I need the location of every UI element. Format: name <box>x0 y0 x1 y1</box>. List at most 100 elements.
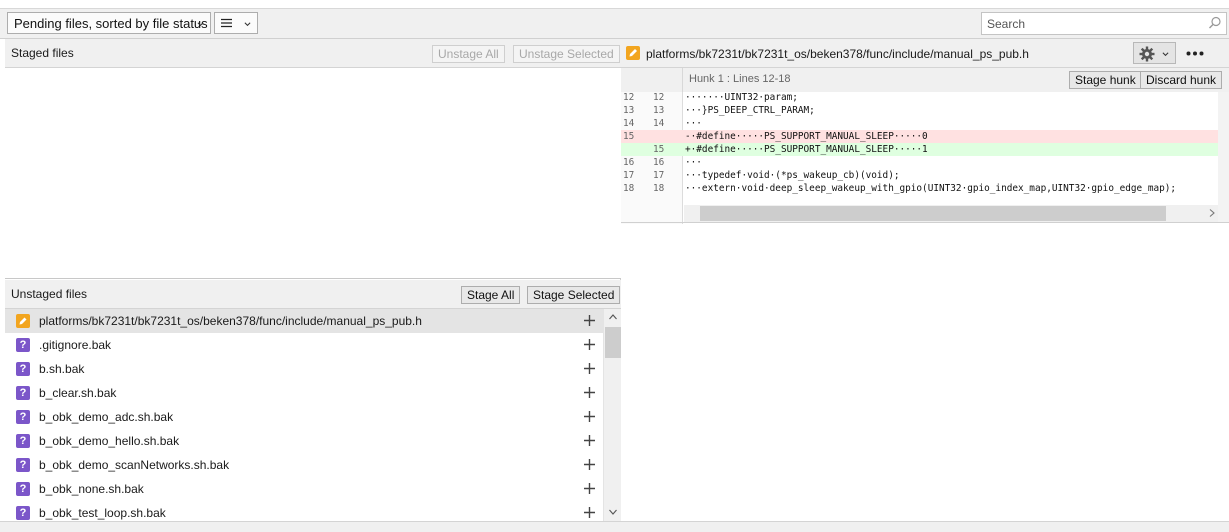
old-line-number: 14 <box>623 118 635 129</box>
search-input[interactable] <box>982 13 1202 34</box>
unstage-selected-button[interactable]: Unstage Selected <box>513 45 620 63</box>
stage-file-plus-icon[interactable] <box>584 459 595 470</box>
stage-file-plus-icon[interactable] <box>584 435 595 446</box>
scrollbar-thumb[interactable] <box>605 327 621 358</box>
diff-line-text: ···extern·void·deep_sleep_wakeup_with_gp… <box>685 183 1177 194</box>
file-row[interactable]: platforms/bk7231t/bk7231t_os/beken378/fu… <box>5 309 603 333</box>
file-row[interactable]: ? b_obk_test_loop.sh.bak <box>5 501 603 521</box>
toolbar: Pending files, sorted by file status <box>0 9 1229 39</box>
diff-header: platforms/bk7231t/bk7231t_os/beken378/fu… <box>621 39 1229 68</box>
unstaged-list-scrollbar[interactable] <box>603 309 621 521</box>
diff-options-button[interactable] <box>1133 42 1176 64</box>
search-box[interactable] <box>981 12 1227 35</box>
list-view-icon <box>221 18 232 28</box>
file-row[interactable]: ? b_clear.sh.bak <box>5 381 603 405</box>
diff-code-view[interactable]: 12 12 ·······UINT32·param; 13 13 ···}PS_DEEP_… <box>621 91 1229 224</box>
diff-line[interactable]: 18 18 ···extern·void·deep_sleep_wakeup_wit… <box>621 182 1218 195</box>
new-line-number: 15 <box>653 144 665 155</box>
stage-file-plus-icon[interactable] <box>584 411 595 422</box>
file-row[interactable]: ? .gitignore.bak <box>5 333 603 357</box>
unstaged-files-title: Unstaged files <box>11 287 88 301</box>
title-strip <box>0 0 1229 9</box>
file-row[interactable]: ? b_obk_demo_scanNetworks.sh.bak <box>5 453 603 477</box>
new-line-number: 16 <box>653 157 665 168</box>
question-icon: ? <box>16 362 30 376</box>
hunk-title: Hunk 1 : Lines 12-18 <box>689 73 791 85</box>
diff-line[interactable]: 17 17 ···typedef·void·(*ps_wakeup_cb)(void… <box>621 169 1218 182</box>
question-icon: ? <box>16 338 30 352</box>
pencil-icon <box>626 46 640 60</box>
diff-line-text: ··· <box>685 118 702 129</box>
more-options-button[interactable] <box>1183 42 1207 64</box>
stage-file-plus-icon[interactable] <box>584 315 595 326</box>
stage-all-button[interactable]: Stage All <box>461 286 521 304</box>
gear-icon <box>1139 46 1155 62</box>
diff-line-text: ···}PS_DEEP_CTRL_PARAM; <box>685 105 815 116</box>
scroll-up-icon[interactable] <box>609 314 617 320</box>
unstaged-files-list[interactable]: platforms/bk7231t/bk7231t_os/beken378/fu… <box>5 309 603 521</box>
diff-line-text: ···typedef·void·(*ps_wakeup_cb)(void); <box>685 170 900 181</box>
diff-line[interactable]: 13 13 ···}PS_DEEP_CTRL_PARAM; <box>621 104 1218 117</box>
scroll-down-icon[interactable] <box>609 509 617 515</box>
diff-line-text: -·#define·····PS_SUPPORT_MANUAL_SLEEP···… <box>685 131 928 142</box>
diff-line[interactable]: 14 14 ··· <box>621 117 1218 130</box>
diff-line[interactable]: 15 +·#define·····PS_SUPPORT_MANUAL_SLEEP·… <box>621 143 1218 156</box>
stage-file-plus-icon[interactable] <box>584 483 595 494</box>
question-icon: ? <box>16 506 30 520</box>
old-line-number: 12 <box>623 92 635 103</box>
hunk-header: Hunk 1 : Lines 12-18 Stage hunk Discard … <box>621 68 1229 92</box>
diff-horizontal-scrollbar[interactable] <box>684 205 1218 222</box>
chevron-down-icon <box>244 22 251 27</box>
old-line-number: 18 <box>623 183 635 194</box>
file-name: b_obk_demo_adc.sh.bak <box>39 410 174 424</box>
file-row[interactable]: ? b.sh.bak <box>5 357 603 381</box>
new-line-number: 17 <box>653 170 665 181</box>
file-name: b_clear.sh.bak <box>39 386 117 400</box>
discard-hunk-button[interactable]: Discard hunk <box>1140 71 1223 89</box>
staged-files-list[interactable] <box>5 68 621 279</box>
file-name: .gitignore.bak <box>39 338 112 352</box>
old-line-number: 15 <box>623 131 635 142</box>
scrollbar-thumb[interactable] <box>700 206 1166 221</box>
stage-selected-button[interactable]: Stage Selected <box>527 286 621 304</box>
file-name: b_obk_demo_scanNetworks.sh.bak <box>39 458 230 472</box>
file-name: b_obk_none.sh.bak <box>39 482 144 496</box>
diff-line[interactable]: 12 12 ·······UINT32·param; <box>621 91 1218 104</box>
sort-dropdown[interactable]: Pending files, sorted by file status <box>7 12 211 34</box>
diff-line[interactable]: 16 16 ··· <box>621 156 1218 169</box>
stage-file-plus-icon[interactable] <box>584 387 595 398</box>
diff-file-path: platforms/bk7231t/bk7231t_os/beken378/fu… <box>646 47 1029 61</box>
file-name: b.sh.bak <box>39 362 85 376</box>
new-line-number: 12 <box>653 92 665 103</box>
staged-files-header: Staged files Unstage All Unstage Selecte… <box>5 39 621 68</box>
staged-files-title: Staged files <box>11 46 74 60</box>
old-line-number: 16 <box>623 157 635 168</box>
diff-line[interactable]: 15 -·#define·····PS_SUPPORT_MANUAL_SLEEP·… <box>621 130 1218 143</box>
divider <box>621 222 1229 223</box>
file-row[interactable]: ? b_obk_demo_adc.sh.bak <box>5 405 603 429</box>
file-name: b_obk_test_loop.sh.bak <box>39 506 166 520</box>
scroll-right-icon[interactable] <box>1209 209 1215 217</box>
sort-dropdown-label: Pending files, sorted by file status <box>14 15 208 31</box>
diff-panel: platforms/bk7231t/bk7231t_os/beken378/fu… <box>621 39 1229 521</box>
diff-line-text: ·······UINT32·param; <box>685 92 798 103</box>
unstage-all-button[interactable]: Unstage All <box>432 45 505 63</box>
old-line-number: 13 <box>623 105 635 116</box>
stage-file-plus-icon[interactable] <box>584 507 595 518</box>
unstaged-files-header: Unstaged files Stage All Stage Selected <box>5 280 621 309</box>
search-icon <box>1209 16 1221 29</box>
diff-vertical-scrollbar[interactable] <box>1218 92 1229 222</box>
question-icon: ? <box>16 458 30 472</box>
more-dots-icon <box>1186 51 1204 56</box>
file-row[interactable]: ? b_obk_demo_hello.sh.bak <box>5 429 603 453</box>
new-line-number: 14 <box>653 118 665 129</box>
file-row[interactable]: ? b_obk_none.sh.bak <box>5 477 603 501</box>
new-line-number: 18 <box>653 183 665 194</box>
stage-hunk-button[interactable]: Stage hunk <box>1069 71 1142 89</box>
file-name: platforms/bk7231t/bk7231t_os/beken378/fu… <box>39 314 422 328</box>
diff-line-text: +·#define·····PS_SUPPORT_MANUAL_SLEEP···… <box>685 144 928 155</box>
stage-file-plus-icon[interactable] <box>584 363 595 374</box>
stage-file-plus-icon[interactable] <box>584 339 595 350</box>
status-bar <box>0 521 1229 532</box>
view-mode-dropdown[interactable] <box>214 12 258 34</box>
